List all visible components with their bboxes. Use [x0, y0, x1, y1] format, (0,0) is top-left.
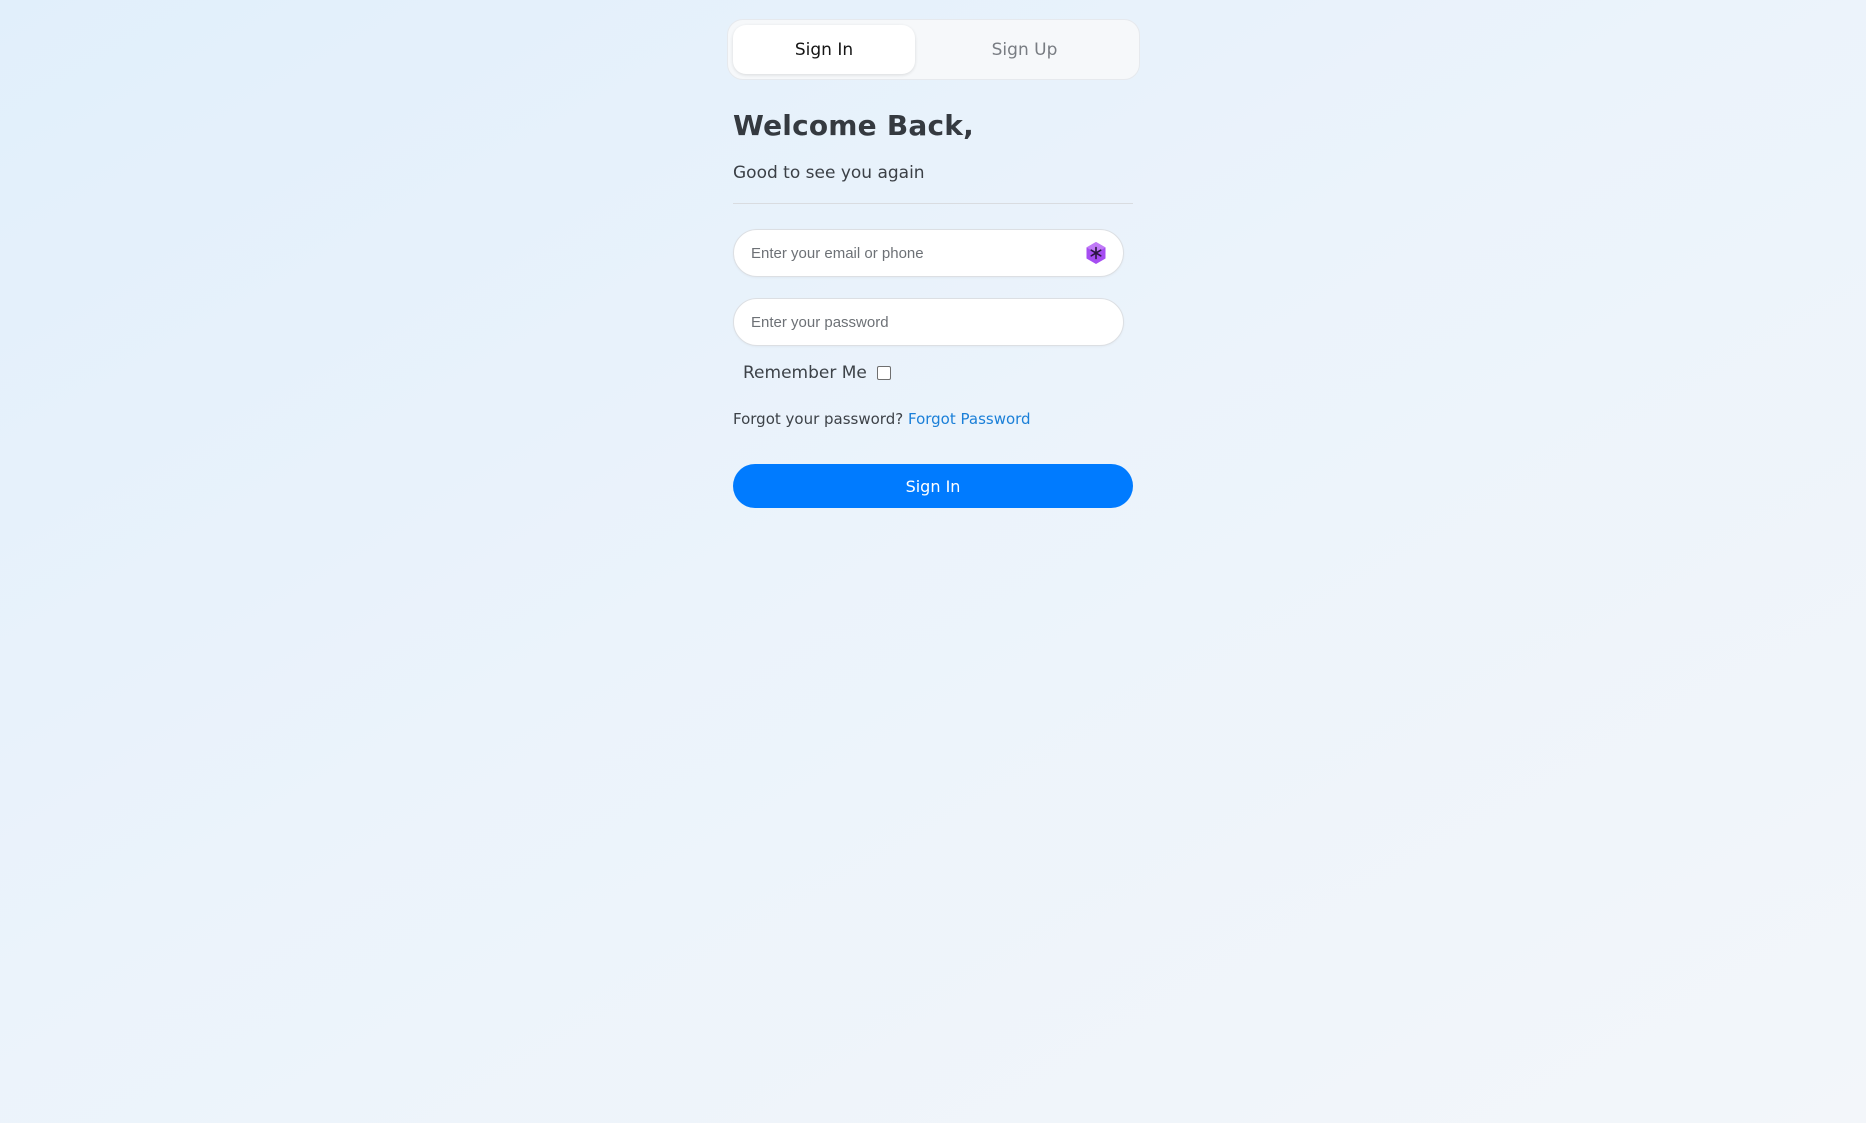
- password-field-container: [733, 298, 1124, 346]
- remember-me-label: Remember Me: [743, 363, 867, 383]
- tab-sign-up[interactable]: Sign Up: [915, 25, 1134, 74]
- page-subtitle: Good to see you again: [733, 163, 925, 183]
- sign-in-button[interactable]: Sign In: [733, 464, 1133, 508]
- remember-me-checkbox[interactable]: [876, 366, 891, 380]
- password-manager-hexagon-icon[interactable]: [1083, 240, 1109, 266]
- page-title: Welcome Back,: [733, 109, 974, 142]
- email-field-container: [733, 229, 1124, 277]
- forgot-password-prompt: Forgot your password?: [733, 410, 904, 428]
- auth-card: Sign In Sign Up Welcome Back, Good to se…: [727, 19, 1140, 508]
- password-field[interactable]: [749, 312, 1109, 332]
- forgot-password-row: Forgot your password? Forgot Password: [733, 410, 1140, 428]
- remember-me-row: Remember Me: [743, 363, 1140, 383]
- auth-tabs: Sign In Sign Up: [727, 19, 1140, 80]
- email-field[interactable]: [749, 243, 1083, 263]
- forgot-password-link[interactable]: Forgot Password: [908, 410, 1031, 428]
- tab-sign-in[interactable]: Sign In: [733, 25, 915, 74]
- divider: [733, 203, 1133, 204]
